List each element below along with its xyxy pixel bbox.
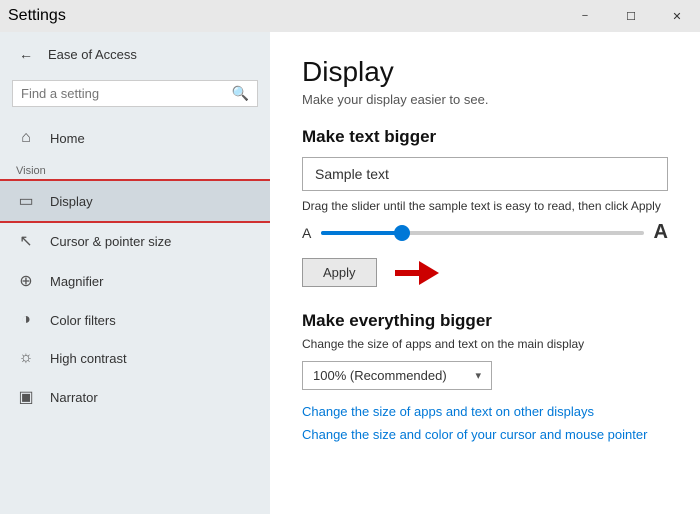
app-body: ← Ease of Access 🔍 ⌂ Home Vision ▭ Displ… [0,32,700,514]
page-subtitle: Make your display easier to see. [302,92,668,107]
sidebar-item-high-contrast[interactable]: ☼ High contrast [0,339,270,377]
search-box[interactable]: 🔍 [12,80,258,107]
sidebar-item-cursor[interactable]: ↖ Cursor & pointer size [0,221,270,261]
minimize-button[interactable]: − [562,0,608,32]
display-icon: ▭ [16,191,36,211]
sidebar-nav-title: Ease of Access [48,47,137,62]
sidebar-item-magnifier[interactable]: ⊕ Magnifier [0,261,270,301]
narrator-icon: ▣ [16,387,36,407]
slider-thumb[interactable] [394,225,410,241]
text-size-slider[interactable] [321,231,643,235]
make-everything-bigger-title: Make everything bigger [302,311,668,331]
home-icon: ⌂ [16,129,36,147]
cursor-size-link[interactable]: Change the size and color of your cursor… [302,427,668,442]
search-icon[interactable]: 🔍 [232,85,249,102]
sidebar-item-home[interactable]: ⌂ Home [0,119,270,157]
high-contrast-icon: ☼ [16,349,36,367]
make-text-bigger-title: Make text bigger [302,127,668,147]
sidebar-item-narrator-label: Narrator [50,390,98,405]
vision-section-label: Vision [0,157,270,181]
sidebar-item-home-label: Home [50,131,85,146]
slider-description: Drag the slider until the sample text is… [302,199,668,213]
titlebar-title: Settings [8,7,66,25]
dropdown-value: 100% (Recommended) [313,368,447,383]
magnifier-icon: ⊕ [16,271,36,291]
cursor-icon: ↖ [16,231,36,251]
dropdown-row: 100% (Recommended) ▾ [302,361,668,390]
sample-text-box: Sample text [302,157,668,191]
page-title: Display [302,56,668,88]
titlebar-controls: − ☐ ✕ [562,0,700,32]
close-button[interactable]: ✕ [654,0,700,32]
color-filters-icon: ◑ [16,311,36,329]
slider-fill [321,231,402,235]
slider-label-big: A [654,221,668,244]
sidebar-item-display-label: Display [50,194,93,209]
sidebar-item-narrator[interactable]: ▣ Narrator [0,377,270,417]
sidebar: ← Ease of Access 🔍 ⌂ Home Vision ▭ Displ… [0,32,270,514]
apply-button[interactable]: Apply [302,258,377,287]
sidebar-item-high-contrast-label: High contrast [50,351,127,366]
make-everything-bigger-desc: Change the size of apps and text on the … [302,337,668,351]
sidebar-item-color-filters[interactable]: ◑ Color filters [0,301,270,339]
arrow-head [419,261,439,285]
slider-row: A A [302,221,668,244]
content-area: Display Make your display easier to see.… [270,32,700,514]
chevron-down-icon: ▾ [475,369,481,382]
search-input[interactable] [21,86,226,101]
sidebar-item-cursor-label: Cursor & pointer size [50,234,171,249]
arrow-indicator [395,261,443,285]
sidebar-item-color-filters-label: Color filters [50,313,116,328]
sidebar-item-magnifier-label: Magnifier [50,274,103,289]
slider-label-small: A [302,225,311,241]
sidebar-nav-top: ← Ease of Access [0,32,270,76]
back-button[interactable]: ← [12,40,40,68]
sidebar-item-display[interactable]: ▭ Display [0,181,270,221]
apply-row: Apply [302,258,668,287]
titlebar-left: Settings [8,7,66,25]
size-dropdown[interactable]: 100% (Recommended) ▾ [302,361,492,390]
titlebar: Settings − ☐ ✕ [0,0,700,32]
other-displays-link[interactable]: Change the size of apps and text on othe… [302,404,668,419]
maximize-button[interactable]: ☐ [608,0,654,32]
